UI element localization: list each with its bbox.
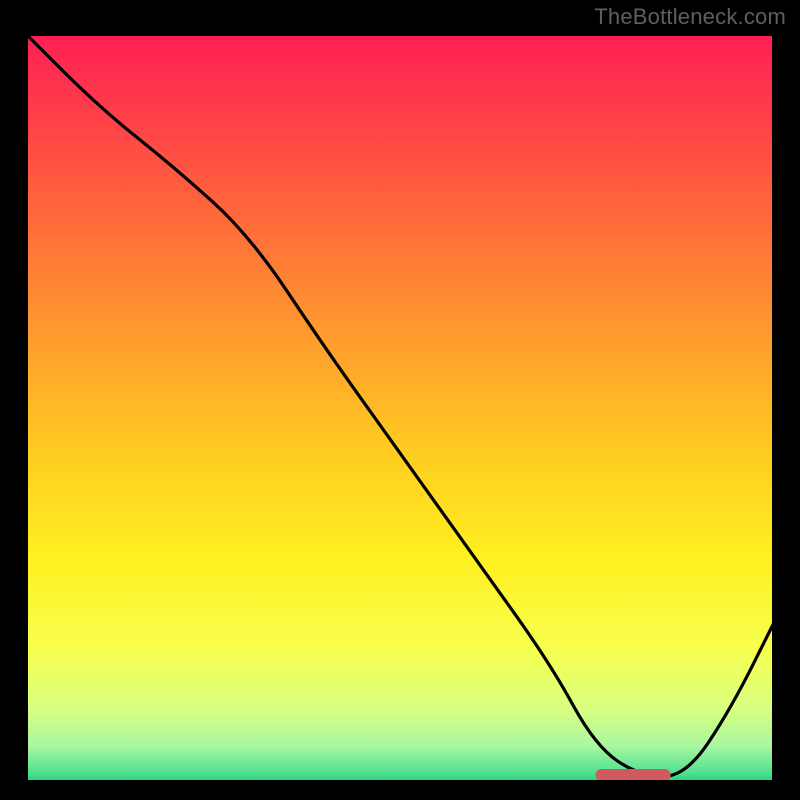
watermark-text: TheBottleneck.com	[594, 4, 786, 30]
gradient-rect	[24, 32, 776, 784]
plot-frame	[24, 32, 776, 784]
figure-root: TheBottleneck.com	[0, 0, 800, 800]
optimal-marker	[596, 769, 671, 781]
plot-svg	[24, 32, 776, 784]
